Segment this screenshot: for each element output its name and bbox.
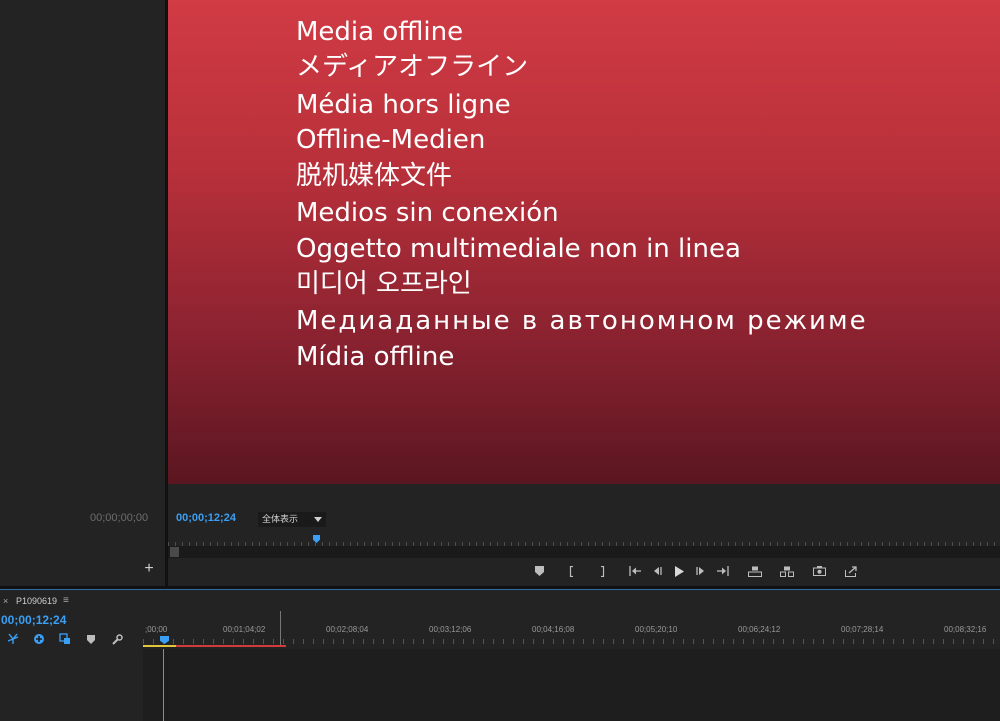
timeline-tab-bar: × P1090619 ≡ (0, 589, 1000, 612)
monitor-time-ruler[interactable] (168, 534, 1000, 546)
extract-icon (780, 566, 794, 577)
step-back-icon (654, 567, 662, 575)
offline-message-ko: 미디어 오프라인 (296, 269, 472, 299)
timeline-panel: × P1090619 ≡ 00;00;12;24 ;00;00 00;01;04… (0, 589, 1000, 721)
sequence-tab[interactable]: P1090619 (16, 596, 57, 606)
marker-icon (534, 566, 544, 576)
mark-in-button[interactable] (560, 563, 582, 579)
mark-out-icon (601, 565, 605, 577)
track-headers (0, 649, 143, 721)
add-marker-tool-button[interactable] (52, 631, 78, 647)
ruler-label: 00;07;28;14 (841, 625, 884, 634)
ruler-label: 00;05;20;10 (635, 625, 678, 634)
lift-icon (748, 566, 762, 577)
track-area[interactable] (143, 649, 1000, 721)
fit-zoom-dropdown[interactable]: 全体表示 (258, 512, 326, 527)
offline-message-fr: Média hors ligne (296, 90, 511, 120)
scrollbar-handle[interactable] (170, 547, 179, 557)
ruler-label: 00;04;16;08 (532, 625, 575, 634)
camera-icon (812, 566, 826, 576)
play-button[interactable] (668, 563, 690, 579)
close-icon[interactable]: × (3, 596, 8, 606)
offline-message-zh: 脱机媒体文件 (296, 161, 453, 191)
ruler-label: 00;06;24;12 (738, 625, 781, 634)
offline-message-ru: Медиаданные в автономном режиме (296, 306, 868, 336)
ruler-ticks (143, 639, 1000, 644)
source-monitor-panel: 00;00;00;00 + (0, 0, 165, 586)
export-frame-button[interactable] (808, 563, 830, 579)
linked-selection-icon (34, 634, 44, 644)
panel-menu-icon[interactable]: ≡ (63, 595, 69, 606)
step-forward-icon (696, 567, 704, 575)
add-marker-icon (59, 633, 70, 644)
export-icon (844, 565, 857, 577)
go-to-out-button[interactable] (712, 563, 734, 579)
marker-icon (87, 634, 95, 644)
snap-button[interactable] (0, 631, 26, 647)
offline-message-it: Oggetto multimediale non in linea (296, 234, 741, 264)
offline-message-pt: Mídia offline (296, 342, 455, 372)
timeline-timecode[interactable]: 00;00;12;24 (1, 613, 66, 627)
program-timecode[interactable]: 00;00;12;24 (176, 512, 236, 524)
mark-in-icon (569, 565, 573, 577)
offline-message-de: Offline-Medien (296, 125, 486, 155)
settings-button[interactable] (104, 631, 130, 647)
program-video-frame: Media offline メディアオフライン Média hors ligne… (168, 0, 1000, 484)
button-editor-button[interactable] (840, 563, 862, 579)
ruler-label: 00;03;12;06 (429, 625, 472, 634)
chevron-down-icon (314, 517, 322, 522)
add-marker-button[interactable] (528, 563, 550, 579)
program-monitor-panel: Media offline メディアオフライン Média hors ligne… (168, 0, 1000, 586)
lift-button[interactable] (744, 563, 766, 579)
transport-controls (528, 563, 862, 579)
linked-selection-button[interactable] (26, 631, 52, 647)
render-bar-yellow (143, 645, 176, 647)
offline-message-en: Media offline (296, 17, 464, 47)
fit-zoom-label: 全体表示 (262, 514, 299, 524)
add-button[interactable]: + (142, 561, 156, 577)
playhead-line[interactable] (163, 649, 164, 721)
go-to-out-icon (717, 566, 729, 576)
wrench-icon (111, 633, 123, 645)
monitor-zoom-scrollbar[interactable] (168, 546, 1000, 558)
marker-tool-button[interactable] (78, 631, 104, 647)
sequence-end-marker (280, 611, 281, 647)
go-to-in-icon (629, 566, 641, 576)
ruler-label: 00;08;32;16 (944, 625, 987, 634)
go-to-in-button[interactable] (624, 563, 646, 579)
mark-out-button[interactable] (592, 563, 614, 579)
ruler-label: ;00;00 (145, 625, 168, 634)
offline-message-es: Medios sin conexión (296, 198, 559, 228)
step-back-button[interactable] (646, 563, 668, 579)
offline-message-ja: メディアオフライン (296, 52, 529, 82)
source-timecode[interactable]: 00;00;00;00 (90, 512, 148, 524)
timeline-time-ruler[interactable]: ;00;00 00;01;04;02 00;02;08;04 00;03;12;… (143, 611, 1000, 649)
ruler-label: 00;02;08;04 (326, 625, 369, 634)
play-icon (675, 565, 684, 577)
ruler-label: 00;01;04;02 (223, 625, 266, 634)
snap-icon (7, 633, 19, 644)
step-forward-button[interactable] (690, 563, 712, 579)
timeline-tools (0, 631, 130, 647)
render-bar-red (176, 645, 286, 647)
extract-button[interactable] (776, 563, 798, 579)
